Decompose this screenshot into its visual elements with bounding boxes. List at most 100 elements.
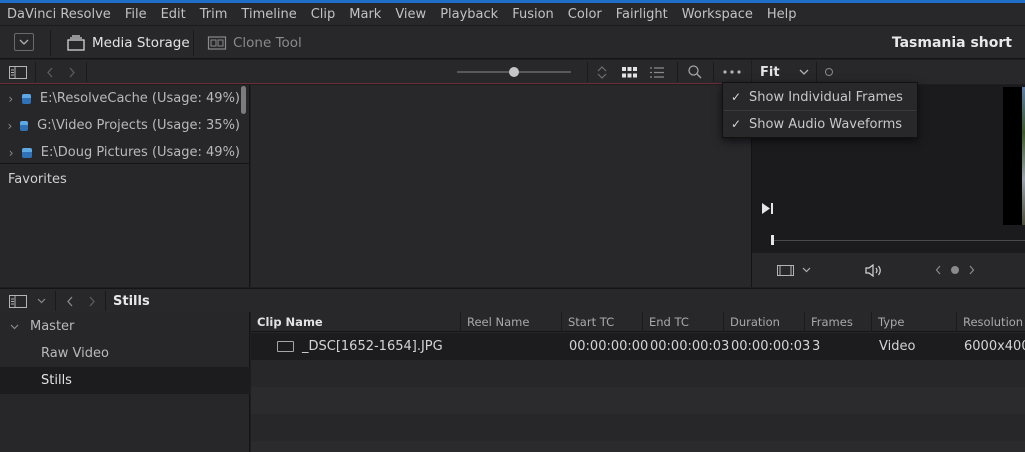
media-browser-area[interactable] bbox=[251, 85, 751, 287]
jog-dot-icon[interactable] bbox=[951, 266, 959, 274]
column-header-type[interactable]: Type bbox=[871, 312, 956, 332]
cell-clip-name: _DSC[1652-1654].JPG bbox=[277, 333, 443, 360]
chevron-down-icon bbox=[19, 39, 29, 45]
menu-timeline[interactable]: Timeline bbox=[234, 7, 303, 22]
toolbar-divider bbox=[50, 30, 51, 56]
sidebar-toggle-button[interactable] bbox=[8, 64, 28, 80]
clone-tool-button[interactable]: Clone Tool bbox=[207, 26, 302, 59]
viewer-options-dot[interactable] bbox=[825, 68, 833, 76]
chevron-right-icon[interactable] bbox=[968, 265, 975, 275]
bin-list-toggle-button[interactable] bbox=[8, 293, 28, 309]
viewer-nav-controls bbox=[932, 261, 978, 279]
header-divider bbox=[816, 62, 817, 82]
column-header-start-tc[interactable]: Start TC bbox=[561, 312, 642, 332]
still-image-icon bbox=[277, 341, 294, 352]
sort-button[interactable] bbox=[594, 64, 610, 80]
column-header-resolution[interactable]: Resolution bbox=[956, 312, 1025, 332]
header-divider bbox=[55, 291, 56, 311]
nav-forward-button[interactable] bbox=[64, 64, 80, 80]
volume-item[interactable]: › E:\Doug Pictures (Usage: 49%) bbox=[0, 139, 240, 162]
film-icon bbox=[777, 264, 794, 276]
search-button[interactable] bbox=[686, 64, 704, 80]
menu-bar: DaVinci Resolve File Edit Trim Timeline … bbox=[0, 3, 1025, 25]
menu-mark[interactable]: Mark bbox=[342, 7, 388, 22]
chevron-down-icon bbox=[802, 267, 811, 273]
volume-label: G:\Video Projects (Usage: 35%) bbox=[37, 118, 240, 133]
table-row[interactable]: _DSC[1652-1654].JPG 00:00:00:00 00:00:00… bbox=[251, 333, 1025, 360]
step-forward-icon bbox=[761, 202, 773, 214]
menu-trim[interactable]: Trim bbox=[193, 7, 235, 22]
column-header-end-tc[interactable]: End TC bbox=[642, 312, 723, 332]
project-title: Tasmania short bbox=[891, 34, 1012, 51]
viewer-header: Fit bbox=[752, 60, 1025, 84]
expand-chevron-icon[interactable]: › bbox=[0, 146, 22, 160]
bin-nav-forward-button[interactable] bbox=[84, 293, 100, 309]
chevron-down-icon[interactable] bbox=[10, 324, 19, 330]
empty-table-row bbox=[251, 387, 1025, 414]
play-next-frame-button[interactable] bbox=[760, 201, 774, 215]
bin-tree: Master Raw Video Stills bbox=[0, 312, 250, 452]
volume-item[interactable]: › G:\Video Projects (Usage: 35%) bbox=[0, 112, 240, 139]
menu-edit[interactable]: Edit bbox=[154, 7, 193, 22]
column-header-reel-name[interactable]: Reel Name bbox=[460, 312, 561, 332]
empty-table-row bbox=[251, 414, 1025, 441]
viewer-zoom-dropdown[interactable]: Fit bbox=[760, 62, 809, 82]
header-divider bbox=[35, 62, 36, 82]
clone-tool-icon bbox=[207, 35, 227, 50]
panel-toggle-icon bbox=[9, 65, 27, 79]
bin-item-label: Raw Video bbox=[41, 346, 109, 361]
bin-item-stills[interactable]: Stills bbox=[0, 367, 250, 394]
media-pool-header: Stills bbox=[0, 288, 1025, 312]
media-storage-panel: › E:\ResolveCache (Usage: 49%) › G:\Vide… bbox=[0, 85, 250, 287]
cell-end-tc: 00:00:00:03 bbox=[650, 339, 730, 354]
menu-view[interactable]: View bbox=[388, 7, 433, 22]
expand-chevron-icon[interactable]: › bbox=[0, 119, 20, 133]
slider-handle[interactable] bbox=[509, 67, 519, 77]
options-menu-button[interactable] bbox=[720, 64, 744, 80]
column-header-frames[interactable]: Frames bbox=[804, 312, 871, 332]
table-header: Clip Name Reel Name Start TC End TC Dura… bbox=[251, 312, 1025, 332]
menu-fusion[interactable]: Fusion bbox=[505, 7, 561, 22]
menu-file[interactable]: File bbox=[118, 7, 154, 22]
favorites-heading: Favorites bbox=[8, 172, 67, 187]
column-header-clip-name[interactable]: Clip Name bbox=[251, 312, 460, 332]
volume-list-scrollbar[interactable] bbox=[241, 86, 246, 114]
clip-mode-dropdown[interactable] bbox=[774, 261, 814, 279]
workspace-dropdown-button[interactable] bbox=[14, 33, 34, 51]
bin-item-raw-video[interactable]: Raw Video bbox=[0, 340, 250, 367]
column-header-duration[interactable]: Duration bbox=[723, 312, 804, 332]
header-divider bbox=[587, 62, 588, 82]
chevron-left-icon[interactable] bbox=[935, 265, 942, 275]
viewer-controls bbox=[752, 253, 1025, 287]
menu-fairlight[interactable]: Fairlight bbox=[609, 7, 675, 22]
playhead[interactable] bbox=[771, 235, 774, 245]
thumbnail-view-button[interactable] bbox=[620, 64, 638, 80]
bin-options-dropdown[interactable] bbox=[34, 293, 48, 309]
chevron-right-icon bbox=[89, 296, 95, 306]
media-storage-button[interactable]: Media Storage bbox=[66, 26, 190, 59]
expand-chevron-icon[interactable]: › bbox=[0, 92, 22, 106]
menu-item-label: Show Individual Frames bbox=[749, 89, 903, 105]
menu-workspace[interactable]: Workspace bbox=[675, 7, 760, 22]
menu-help[interactable]: Help bbox=[760, 7, 804, 22]
volume-button[interactable] bbox=[864, 261, 884, 279]
menu-item-show-individual-frames[interactable]: ✓ Show Individual Frames bbox=[723, 84, 917, 110]
scrubber-track[interactable] bbox=[772, 240, 1025, 241]
volume-item[interactable]: › E:\ResolveCache (Usage: 49%) bbox=[0, 85, 240, 112]
menu-playback[interactable]: Playback bbox=[433, 7, 505, 22]
bin-nav-back-button[interactable] bbox=[62, 293, 78, 309]
clip-list-table: Clip Name Reel Name Start TC End TC Dura… bbox=[251, 312, 1025, 452]
header-divider bbox=[677, 62, 678, 82]
search-icon bbox=[688, 65, 702, 79]
menu-davinci-resolve[interactable]: DaVinci Resolve bbox=[0, 7, 118, 22]
volume-label: E:\ResolveCache (Usage: 49%) bbox=[39, 91, 240, 106]
menu-color[interactable]: Color bbox=[561, 7, 609, 22]
chevron-right-icon bbox=[69, 67, 75, 77]
list-view-button[interactable] bbox=[648, 64, 666, 80]
options-popup-menu: ✓ Show Individual Frames ✓ Show Audio Wa… bbox=[722, 82, 918, 138]
menu-item-show-audio-waveforms[interactable]: ✓ Show Audio Waveforms bbox=[723, 111, 917, 137]
grid-icon bbox=[621, 66, 637, 77]
menu-clip[interactable]: Clip bbox=[304, 7, 343, 22]
nav-back-button[interactable] bbox=[42, 64, 58, 80]
bin-item-master[interactable]: Master bbox=[0, 313, 250, 340]
